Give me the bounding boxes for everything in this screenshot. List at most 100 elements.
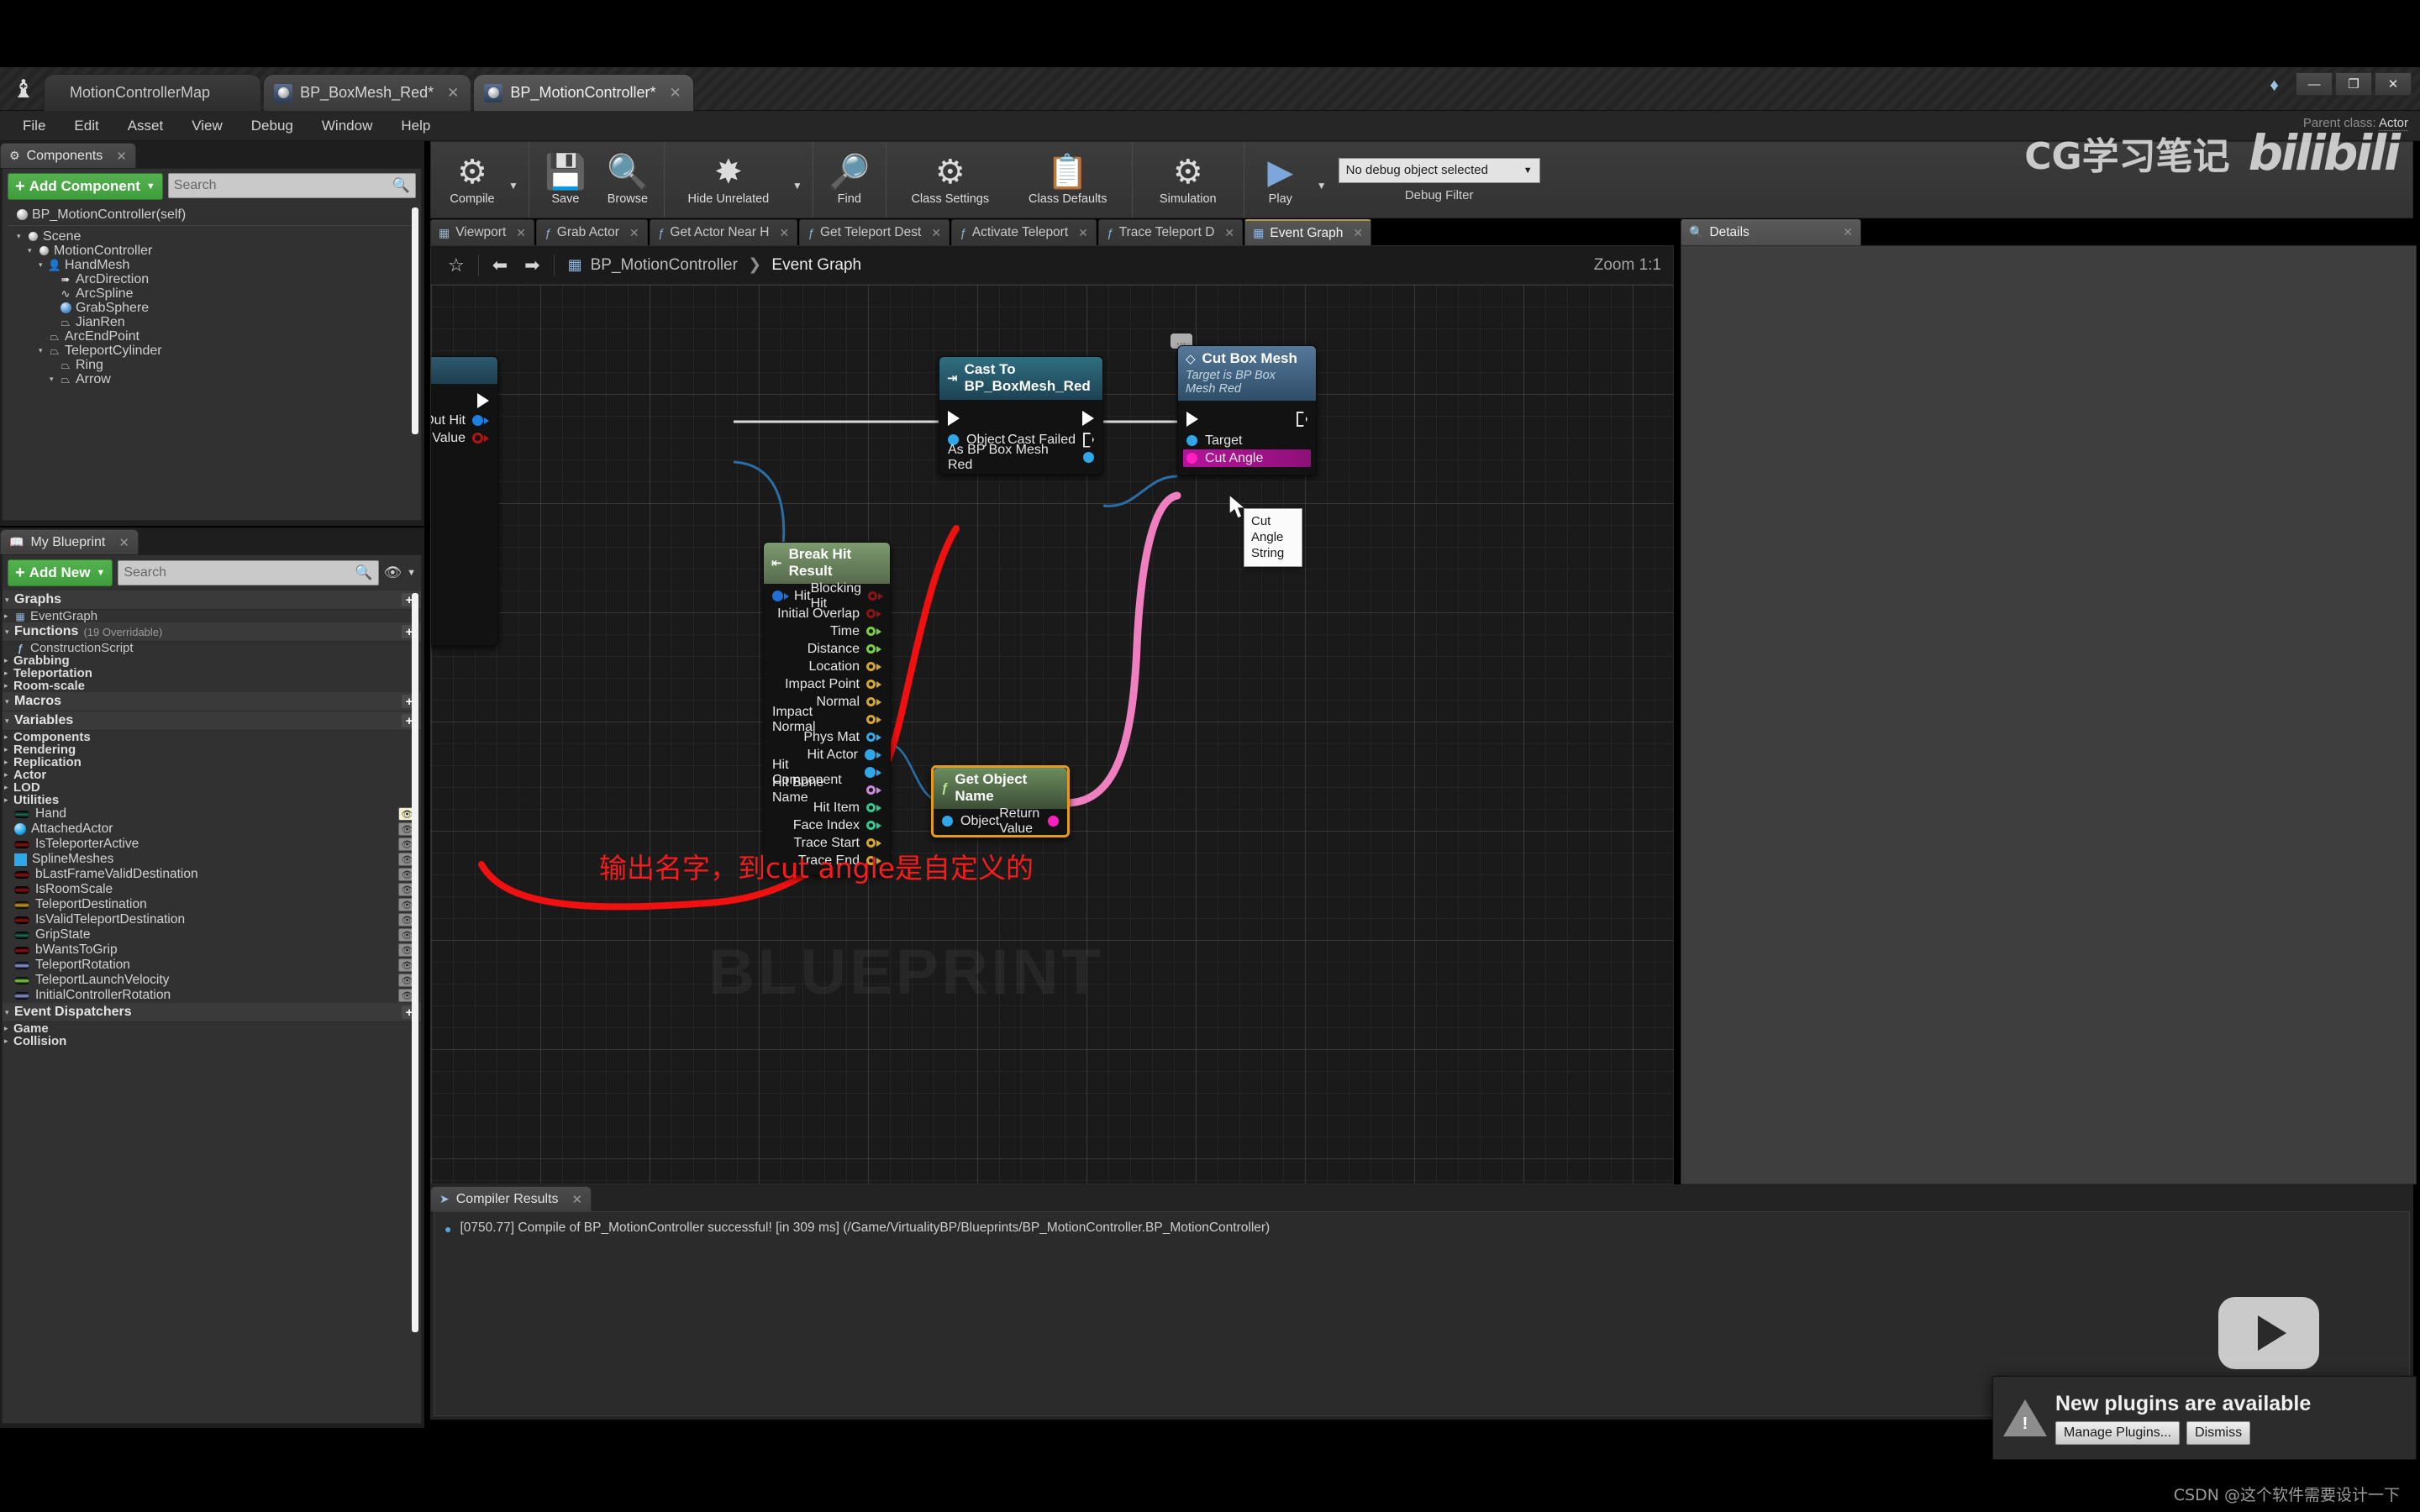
variable-row[interactable]: TeleportDestination👁 — [3, 897, 421, 912]
exec-in-pin[interactable] — [948, 411, 960, 426]
twisty-icon[interactable]: ▾ — [5, 717, 14, 726]
twisty-icon[interactable]: ▸ — [4, 1024, 13, 1033]
menu-edit[interactable]: Edit — [60, 111, 113, 141]
pin-row[interactable]: Face Index — [764, 816, 890, 834]
twisty-icon[interactable]: ▸ — [4, 656, 13, 665]
component-tree-item[interactable]: ∿ArcSpline — [6, 286, 421, 301]
list-item[interactable]: ƒConstructionScript — [3, 642, 421, 654]
maximize-button[interactable]: ❐ — [2335, 72, 2372, 96]
twisty-icon[interactable]: ▸ — [4, 758, 13, 767]
pin-row[interactable]: Hit Bone Name — [764, 781, 890, 799]
list-item[interactable]: ▸Actor — [3, 769, 421, 781]
close-icon[interactable]: ✕ — [447, 85, 459, 102]
twisty-icon[interactable]: ▸ — [4, 1037, 13, 1046]
play-dropdown-icon[interactable]: ▼ — [1312, 180, 1332, 192]
section-header-functions[interactable]: ▾Functions(19 Overridable)+ — [3, 622, 421, 642]
find-button[interactable]: 🔎 Find — [818, 143, 881, 217]
tab-components[interactable]: ⚙ Components ✕ — [0, 143, 136, 168]
close-icon[interactable]: ✕ — [670, 85, 681, 102]
tab-trace-teleport-d[interactable]: ƒTrace Teleport D✕ — [1098, 219, 1243, 245]
as-bp-box-mesh-red-pin[interactable] — [1083, 452, 1094, 463]
eye-icon[interactable]: 👁 — [384, 564, 402, 581]
pin-row[interactable]: Time — [764, 622, 890, 640]
variable-row[interactable]: Hand👁 — [3, 806, 421, 822]
components-scrollbar[interactable] — [412, 207, 418, 434]
star-icon[interactable]: ☆ — [439, 255, 473, 276]
exec-out-pin[interactable] — [477, 393, 489, 408]
compiler-message-row[interactable]: ● [0750.77] Compile of BP_MotionControll… — [445, 1221, 2399, 1237]
pin-row[interactable]: Distance — [764, 640, 890, 658]
variable-row[interactable]: bLastFrameValidDestination👁 — [3, 867, 421, 882]
component-tree-item[interactable]: ▾👤HandMesh — [6, 258, 421, 272]
twisty-icon[interactable]: ▾ — [17, 232, 26, 241]
list-item[interactable]: ▸Utilities — [3, 794, 421, 806]
variable-row[interactable]: bWantsToGrip👁 — [3, 942, 421, 958]
add-component-button[interactable]: + Add Component ▼ — [8, 173, 163, 200]
myblueprint-search-input[interactable]: Search 🔍 — [118, 560, 378, 585]
object-in-pin[interactable] — [942, 816, 953, 827]
component-tree-item[interactable]: ▾⏢Arrow — [6, 372, 421, 386]
close-icon[interactable]: ✕ — [116, 149, 127, 164]
minimize-button[interactable]: — — [2296, 72, 2333, 96]
component-tree-item[interactable]: ▾Scene — [6, 229, 421, 244]
variable-row[interactable]: SplineMeshes👁 — [3, 852, 421, 867]
close-icon[interactable]: ✕ — [516, 226, 526, 240]
menu-view[interactable]: View — [177, 111, 237, 141]
variable-row[interactable]: TeleportRotation👁 — [3, 958, 421, 973]
component-tree-item[interactable]: GrabSphere — [6, 301, 421, 315]
variable-row[interactable]: IsTeleporterActive👁 — [3, 837, 421, 852]
variable-row[interactable]: TeleportLaunchVelocity👁 — [3, 973, 421, 988]
pin-row[interactable]: Impact Point — [764, 675, 890, 693]
list-item[interactable]: ▸Grabbing — [3, 654, 421, 667]
window-tab-motioncontroller[interactable]: BP_MotionController* ✕ — [473, 74, 693, 111]
cast-failed-exec-pin[interactable] — [1083, 433, 1094, 448]
node-left-partial[interactable]: Out Hit Return Value — [430, 356, 498, 646]
twisty-icon[interactable]: ▸ — [4, 732, 13, 742]
tab-event-graph[interactable]: ▦Event Graph✕ — [1244, 219, 1371, 245]
graph-grid[interactable]: Out Hit Return Value ⇥ Cast To BP_BoxMes… — [431, 285, 1674, 1184]
list-item[interactable]: ▸Game — [3, 1022, 421, 1035]
pin-row[interactable]: Impact Normal — [764, 711, 890, 728]
pin[interactable] — [868, 591, 877, 601]
exec-in-pin[interactable] — [1186, 412, 1198, 427]
list-item[interactable]: ▸Rendering — [3, 743, 421, 756]
pin-row[interactable]: Location — [764, 658, 890, 675]
node-get-object-name[interactable]: ƒ Get Object Name Object Return Value — [931, 765, 1070, 837]
menu-debug[interactable]: Debug — [237, 111, 308, 141]
variable-row[interactable]: IsRoomScale👁 — [3, 882, 421, 897]
pin-row[interactable]: HitBlocking Hit — [764, 587, 890, 605]
add-new-button[interactable]: + Add New ▼ — [8, 559, 113, 586]
close-icon[interactable]: ✕ — [572, 1192, 583, 1207]
menu-window[interactable]: Window — [308, 111, 387, 141]
section-header-event-dispatchers[interactable]: ▾Event Dispatchers+ — [3, 1003, 421, 1022]
menu-asset[interactable]: Asset — [113, 111, 178, 141]
play-button[interactable]: ▶ Play — [1249, 143, 1312, 217]
window-tab-map[interactable]: MotionControllerMap — [44, 74, 261, 111]
compile-dropdown-icon[interactable]: ▼ — [503, 180, 523, 192]
tab-get-actor-near-h[interactable]: ƒGet Actor Near H✕ — [650, 219, 798, 245]
hide-unrelated-dropdown-icon[interactable]: ▼ — [787, 180, 808, 192]
tab-my-blueprint[interactable]: 📖 My Blueprint ✕ — [0, 529, 139, 554]
twisty-icon[interactable]: ▸ — [4, 669, 13, 678]
list-item[interactable]: ▸Teleportation — [3, 667, 421, 680]
component-tree-item[interactable]: ▾MotionController — [6, 244, 421, 258]
twisty-icon[interactable]: ▾ — [5, 1008, 14, 1017]
out-hit-pin[interactable] — [472, 415, 483, 426]
close-button[interactable]: ✕ — [2375, 72, 2412, 96]
variable-row[interactable]: AttachedActor👁 — [3, 822, 421, 837]
close-icon[interactable]: ✕ — [931, 226, 941, 240]
component-tree-item[interactable]: ⏢JianRen — [6, 315, 421, 329]
exec-out-pin[interactable] — [1297, 412, 1307, 427]
tab-get-teleport-dest[interactable]: ƒGet Teleport Dest✕ — [799, 219, 950, 245]
browse-button[interactable]: 🔍 Browse — [597, 143, 659, 217]
twisty-icon[interactable]: ▸ — [4, 612, 13, 621]
component-tree-item[interactable]: ▾⏢TeleportCylinder — [6, 344, 421, 358]
cut-angle-pin[interactable] — [1186, 453, 1197, 464]
twisty-icon[interactable]: ▾ — [5, 697, 14, 706]
class-defaults-button[interactable]: 📋 Class Defaults — [1009, 143, 1127, 217]
return-value-pin[interactable] — [1048, 816, 1059, 827]
window-tab-boxmesh[interactable]: BP_BoxMesh_Red* ✕ — [263, 74, 471, 111]
list-item[interactable]: ▸Room-scale — [3, 680, 421, 692]
simulation-button[interactable]: ⚙ Simulation — [1138, 143, 1239, 217]
class-settings-button[interactable]: ⚙ Class Settings — [892, 143, 1009, 217]
